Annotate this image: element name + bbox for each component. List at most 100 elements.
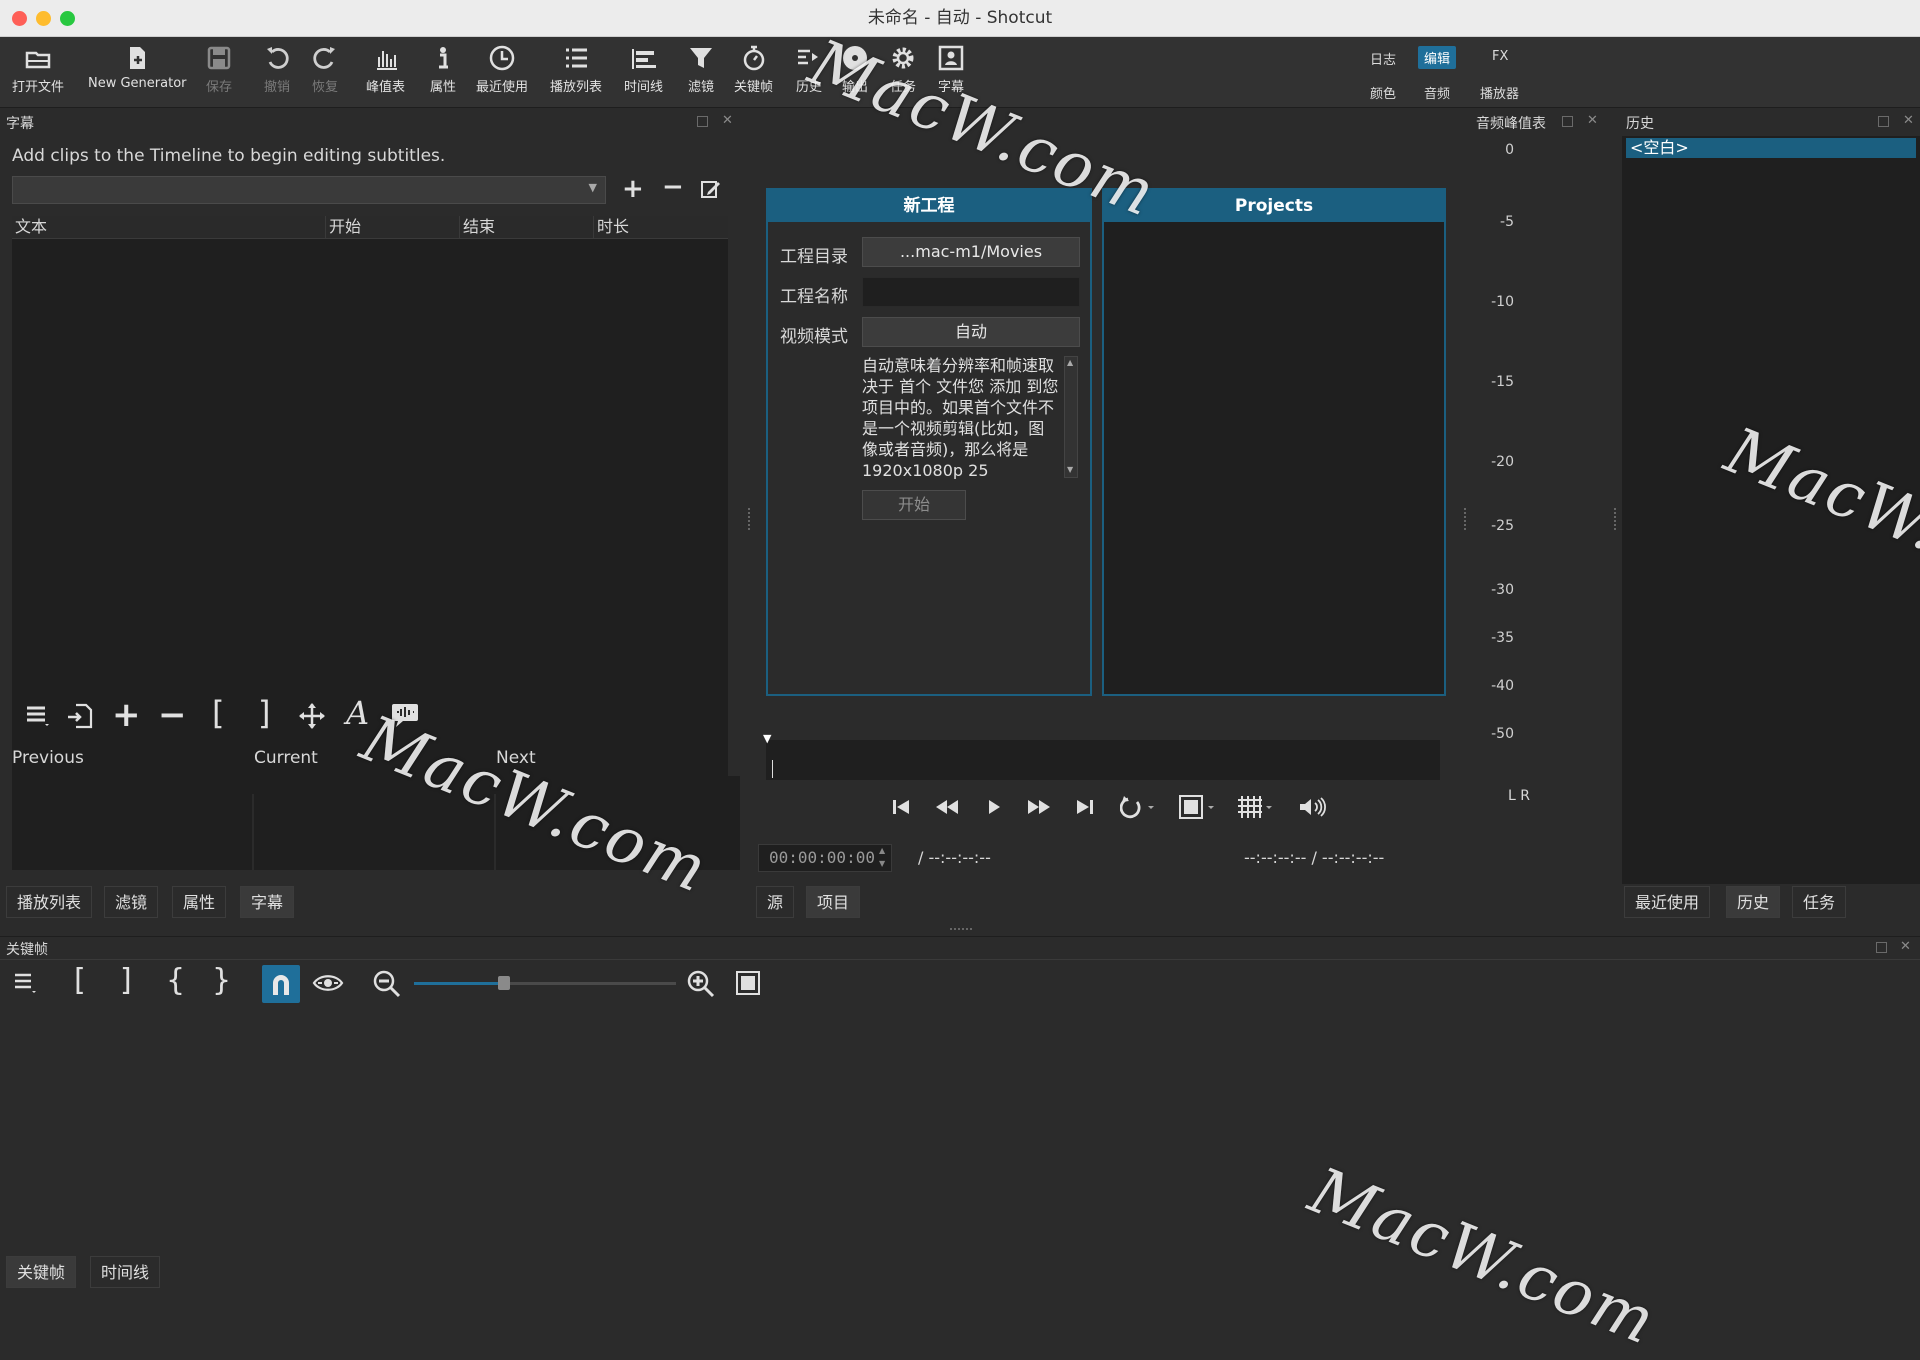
skip-to-end-icon[interactable] <box>1074 796 1096 818</box>
properties-button[interactable]: 属性 <box>428 43 458 95</box>
rewind-icon[interactable] <box>934 796 960 818</box>
volume-icon[interactable] <box>1298 796 1326 818</box>
menu-icon[interactable] <box>24 702 50 728</box>
tab-timeline[interactable]: 时间线 <box>90 1256 161 1288</box>
zoom-out-icon[interactable] <box>372 969 402 999</box>
layout-player[interactable]: 播放器 <box>1474 81 1525 104</box>
add-track-button[interactable]: + <box>622 176 644 202</box>
float-icon[interactable] <box>1878 116 1889 127</box>
tab-history[interactable]: 历史 <box>1726 886 1781 918</box>
scroll-up-icon[interactable]: ▲ <box>1067 358 1073 367</box>
meter-splitter-handle[interactable] <box>1464 508 1468 530</box>
column-text[interactable]: 文本 <box>12 216 326 238</box>
add-subtitle-button[interactable]: + <box>112 698 141 732</box>
set-in-button[interactable]: [ <box>74 963 86 998</box>
column-duration[interactable]: 时长 <box>594 216 728 238</box>
tab-jobs[interactable]: 任务 <box>1792 886 1847 918</box>
redo-button[interactable]: 恢复 <box>310 43 340 95</box>
playhead-icon[interactable]: ▼ <box>763 732 771 745</box>
close-window-button[interactable] <box>12 11 27 26</box>
fast-forward-icon[interactable] <box>1026 796 1052 818</box>
track-select[interactable]: ▼ <box>12 176 606 204</box>
set-out-button[interactable]: ] <box>120 963 132 998</box>
peak-meter-button[interactable]: 峰值表 <box>366 43 405 95</box>
layout-fx[interactable]: FX <box>1486 47 1514 66</box>
scrubber-bar[interactable]: ▼ <box>763 732 1440 780</box>
float-icon[interactable] <box>1562 116 1573 127</box>
scrub-eye-icon[interactable] <box>312 971 344 995</box>
zoom-window-button[interactable] <box>60 11 75 26</box>
video-mode-select[interactable]: 自动 <box>862 317 1080 347</box>
horizontal-splitter-handle[interactable] <box>950 928 972 932</box>
float-icon[interactable] <box>1876 942 1887 953</box>
skip-to-start-icon[interactable] <box>890 796 912 818</box>
project-name-input[interactable] <box>862 277 1080 307</box>
tab-keyframes[interactable]: 关键帧 <box>6 1256 77 1288</box>
stepper-down-icon[interactable]: ▼ <box>879 859 885 868</box>
tab-filters[interactable]: 滤镜 <box>104 886 159 918</box>
save-icon <box>207 46 231 70</box>
grid-icon[interactable] <box>1236 794 1274 820</box>
undo-button[interactable]: 撤销 <box>262 43 292 95</box>
tab-subtitles[interactable]: 字幕 <box>240 886 295 918</box>
set-out-button[interactable]: ] <box>258 696 270 730</box>
stepper-up-icon[interactable]: ▲ <box>879 846 885 855</box>
tab-playlist[interactable]: 播放列表 <box>6 886 93 918</box>
project-dir-button[interactable]: ...mac-m1/Movies <box>862 237 1080 267</box>
scale-label: -5 <box>1500 214 1514 230</box>
zoom-slider[interactable] <box>414 976 676 990</box>
video-mode-label: 视频模式 <box>780 327 848 347</box>
zoom-in-icon[interactable] <box>686 969 716 999</box>
scroll-down-icon[interactable]: ▼ <box>1067 465 1073 474</box>
close-icon[interactable]: ✕ <box>1900 940 1911 953</box>
panel-title: 字幕 <box>6 116 34 132</box>
zoom-fit-icon[interactable] <box>734 969 762 997</box>
tab-project[interactable]: 项目 <box>806 886 861 918</box>
divider <box>0 959 1920 960</box>
remove-subtitle-button[interactable]: − <box>158 698 187 732</box>
close-icon[interactable]: ✕ <box>722 114 733 127</box>
layout-edit[interactable]: 编辑 <box>1418 46 1457 69</box>
edit-track-icon[interactable] <box>700 178 722 200</box>
layout-audio[interactable]: 音频 <box>1418 81 1456 104</box>
close-icon[interactable]: ✕ <box>1587 114 1598 127</box>
text-style-icon[interactable]: A <box>346 696 369 730</box>
tab-recent[interactable]: 最近使用 <box>1624 886 1711 918</box>
history-item[interactable]: <空白> <box>1626 138 1916 158</box>
layout-log[interactable]: 日志 <box>1364 47 1402 70</box>
minimize-window-button[interactable] <box>36 11 51 26</box>
open-file-button[interactable]: 打开文件 <box>12 43 64 95</box>
play-icon[interactable] <box>984 796 1004 818</box>
column-end[interactable]: 结束 <box>460 216 594 238</box>
recent-button[interactable]: 最近使用 <box>476 43 528 95</box>
new-project-panel: 新工程 工程目录 ...mac-m1/Movies 工程名称 视频模式 自动 自… <box>766 188 1092 696</box>
close-icon[interactable]: ✕ <box>1903 114 1914 127</box>
float-icon[interactable] <box>697 116 708 127</box>
set-filter-start-button[interactable]: { <box>166 963 185 998</box>
menu-icon[interactable] <box>12 969 38 995</box>
start-button[interactable]: 开始 <box>862 490 966 520</box>
timecode-input[interactable]: 00:00:00:00 ▲ ▼ <box>758 844 892 872</box>
filters-button[interactable]: 滤镜 <box>686 43 716 95</box>
tab-source[interactable]: 源 <box>756 886 795 918</box>
import-icon[interactable] <box>66 702 94 730</box>
playlist-button[interactable]: 播放列表 <box>550 43 602 95</box>
column-start[interactable]: 开始 <box>326 216 460 238</box>
set-filter-end-button[interactable]: } <box>212 963 231 998</box>
zoom-slider-handle[interactable] <box>498 976 510 990</box>
save-button[interactable]: 保存 <box>204 43 234 95</box>
move-icon[interactable] <box>298 702 326 730</box>
new-generator-button[interactable]: New Generator <box>88 43 187 91</box>
snap-toggle[interactable] <box>262 965 300 1003</box>
right-splitter-handle[interactable] <box>1614 508 1618 530</box>
remove-track-button[interactable]: − <box>662 174 684 200</box>
tab-properties[interactable]: 属性 <box>172 886 227 918</box>
timeline-button[interactable]: 时间线 <box>624 43 663 95</box>
keyframes-button[interactable]: 关键帧 <box>734 43 773 95</box>
layout-color[interactable]: 颜色 <box>1364 81 1402 104</box>
description-scrollbar[interactable]: ▲ ▼ <box>1064 356 1078 478</box>
set-in-button[interactable]: [ <box>212 696 224 730</box>
loop-icon[interactable] <box>1120 794 1156 820</box>
left-splitter-handle[interactable] <box>748 508 752 530</box>
zoom-fit-icon[interactable] <box>1178 794 1216 820</box>
